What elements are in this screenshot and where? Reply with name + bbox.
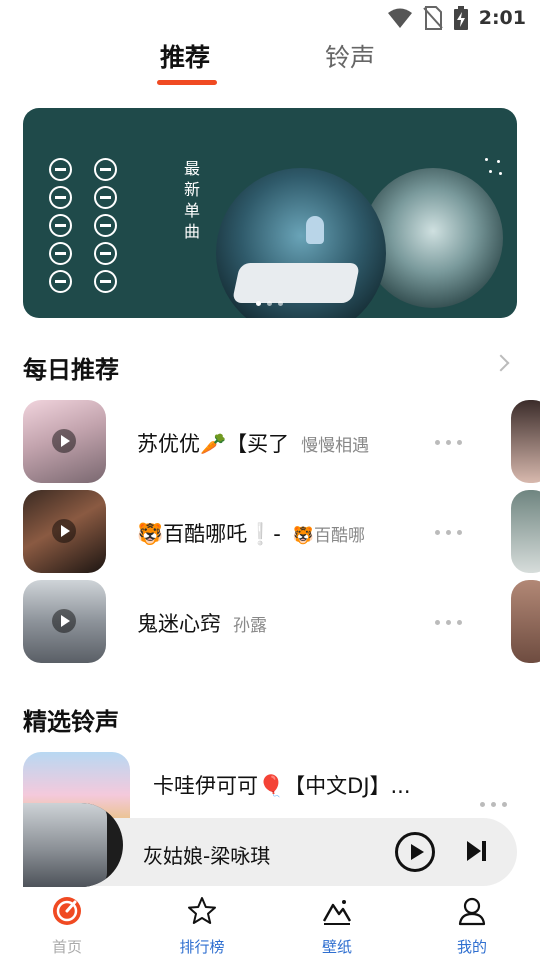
clock: 2:01 [478,7,526,29]
more-options-icon[interactable] [435,620,462,625]
status-bar: 2:01 [0,0,540,36]
banner-caption: 最新单曲 [183,159,200,241]
daily-section-title: 每日推荐 [23,356,119,384]
more-options-icon[interactable] [480,802,507,807]
more-options-icon[interactable] [435,530,462,535]
more-options-icon[interactable] [435,440,462,445]
song-title: 苏优优🥕【买了 慢慢相遇 [137,428,369,458]
battery-charging-icon [453,6,468,30]
skip-next-icon[interactable] [466,840,488,862]
play-icon[interactable] [52,609,76,633]
next-page-cover[interactable] [511,580,540,663]
next-page-cover[interactable] [511,490,540,573]
star-icon [188,897,216,924]
tab-ringtone[interactable]: 铃声 [325,38,375,74]
promo-banner[interactable]: 最新单曲 [23,108,517,318]
song-title: 🐯百酷哪吒❕- 🐯百酷哪 [137,518,365,548]
music-disc-icon [53,897,81,925]
banner-pagination [256,301,283,306]
banner-dot [256,301,261,306]
banner-dot [267,301,272,306]
player-cover [23,803,107,887]
wifi-icon [387,8,412,28]
song-artist: 慢慢相遇 [301,436,370,456]
nav-home[interactable]: 首页 [32,896,102,956]
nav-label: 首页 [51,938,82,956]
song-artist: 🐯百酷哪 [292,526,366,546]
chevron-right-icon[interactable] [492,354,510,372]
song-cover[interactable] [23,490,106,573]
play-icon[interactable] [52,429,76,453]
nav-label: 我的 [456,938,487,956]
tab-recommend[interactable]: 推荐 [160,38,210,74]
top-tabs: 推荐 铃声 [0,38,540,88]
mountain-icon [322,900,352,925]
song-title-text: 鬼迷心窍 [137,612,221,636]
song-cover[interactable] [23,580,106,663]
song-row[interactable]: 🐯百酷哪吒❕- 🐯百酷哪 [0,490,540,574]
nav-wallpaper[interactable]: 壁纸 [302,896,372,956]
now-playing-title[interactable]: 灰姑娘-梁咏琪 [143,840,270,869]
nav-label: 壁纸 [321,938,352,956]
banner-image-bed [216,168,386,318]
song-row[interactable]: 苏优优🥕【买了 慢慢相遇 [0,400,540,484]
play-button[interactable] [395,832,435,872]
song-cover[interactable] [23,400,106,483]
no-sim-icon [422,6,443,30]
song-title-text: 苏优优🥕【买了 [137,432,290,456]
active-tab-indicator [157,80,217,85]
status-icons: 2:01 [387,6,526,30]
player-disc[interactable] [23,803,123,887]
nav-profile[interactable]: 我的 [437,896,507,956]
song-title: 鬼迷心窍 孙露 [137,608,267,638]
next-page-cover[interactable] [511,400,540,483]
person-icon [458,897,486,926]
banner-dot [278,301,283,306]
song-row[interactable]: 鬼迷心窍 孙露 [0,580,540,664]
ringtone-section-title: 精选铃声 [23,708,119,736]
banner-artwork-text [49,158,119,298]
song-artist: 孙露 [233,616,267,636]
nav-ranking[interactable]: 排行榜 [167,896,237,956]
song-title-text: 🐯百酷哪吒❕- [137,522,281,546]
bottom-navigation: 首页 排行榜 壁纸 我的 [0,890,540,960]
ringtone-title[interactable]: 卡哇伊可可🎈【中文DJ】... [153,770,411,800]
nav-label: 排行榜 [179,938,225,956]
banner-sparkle-icon [485,158,503,176]
play-icon[interactable] [52,519,76,543]
